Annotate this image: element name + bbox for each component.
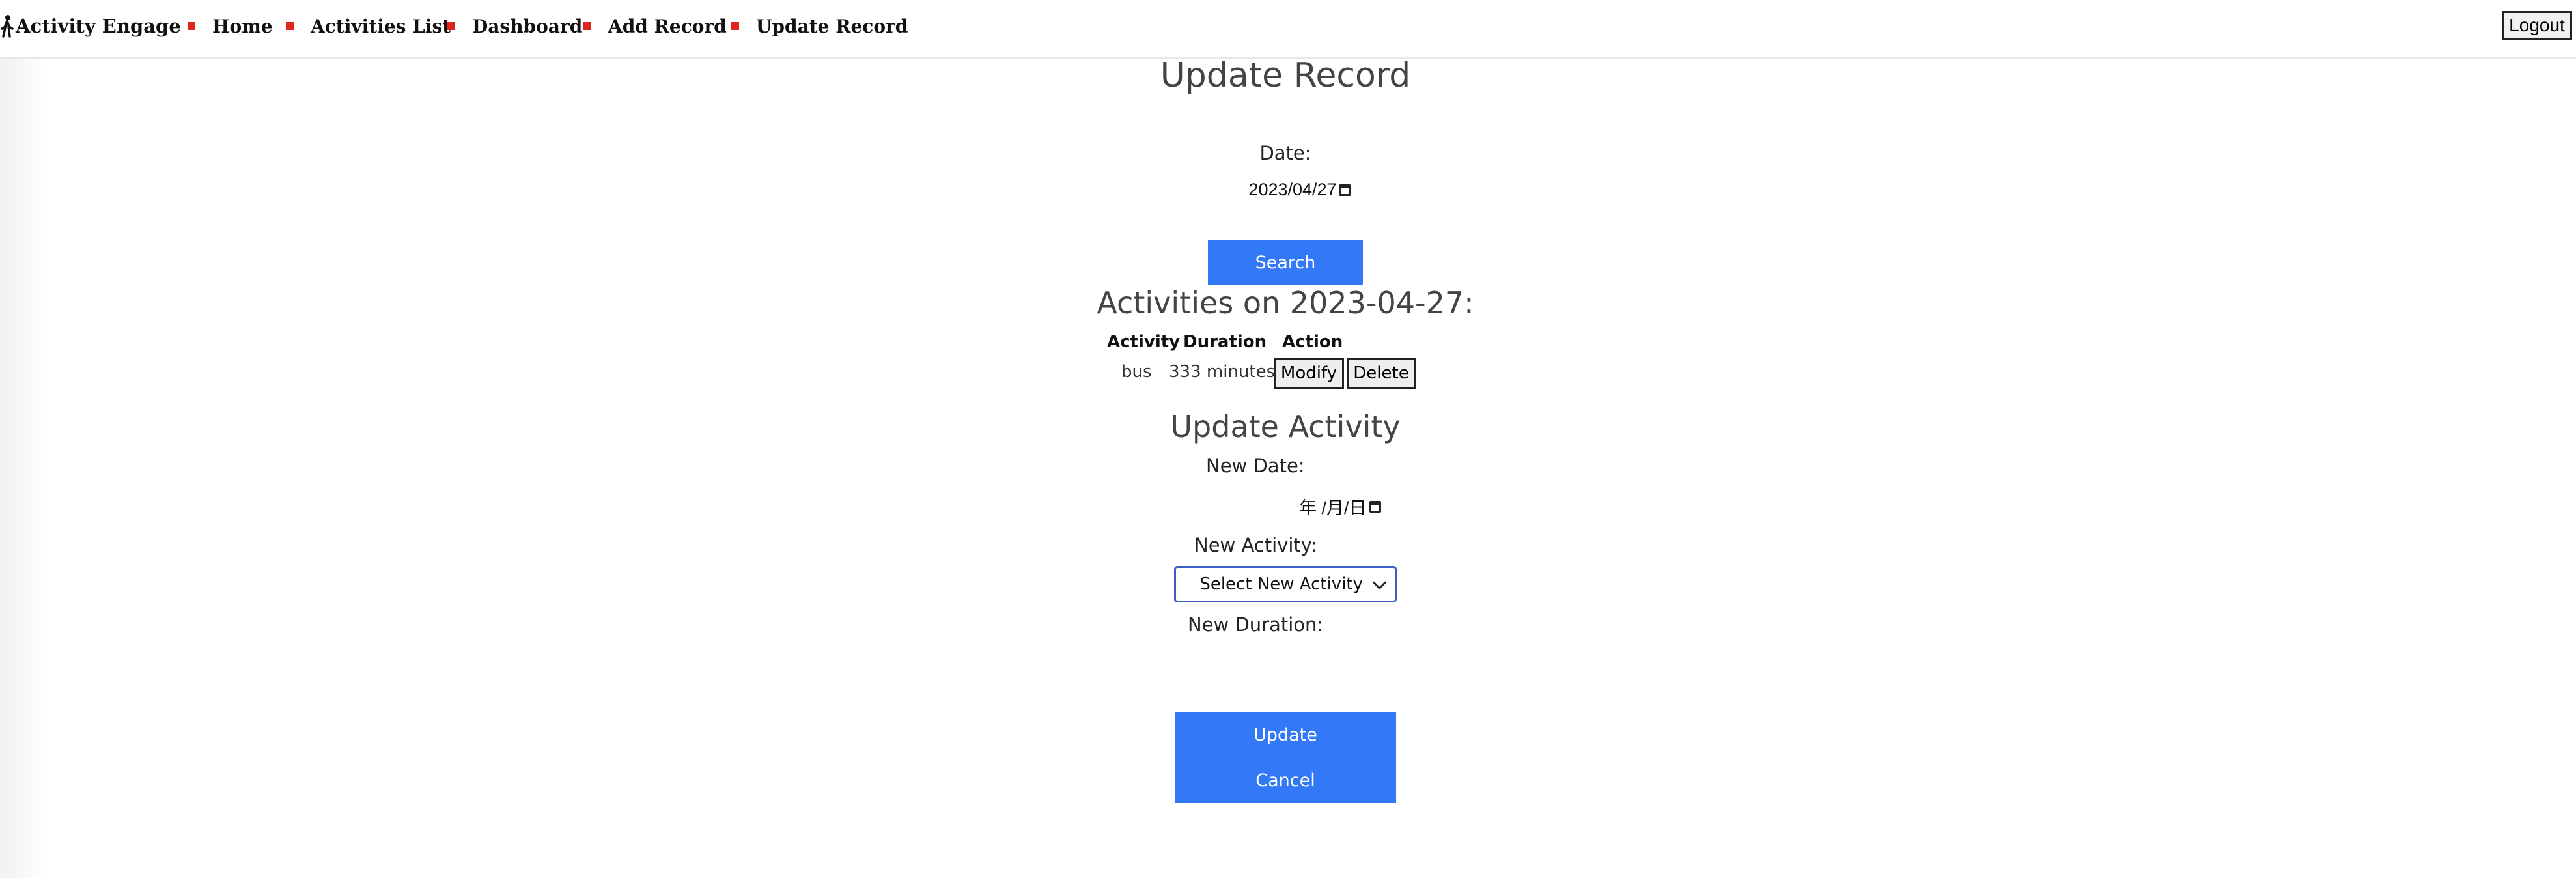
cell-activity: bus [1121,362,1152,382]
update-button[interactable]: Update [1175,712,1396,758]
activities-heading: Activities on 2023-04-27: [1097,285,1474,320]
logout-button[interactable]: Logout [2502,11,2572,40]
nav-add-record[interactable]: Add Record [583,12,727,40]
new-date-placeholder: 年 /月/日 [1299,498,1367,518]
nav-update-record[interactable]: Update Record [731,12,908,40]
page: Activity Engage Home Activities List Das… [0,0,2576,878]
nav-dashboard-label: Dashboard [472,15,583,37]
chevron-down-icon [1372,575,1387,589]
new-date-label: New Date: [1206,455,1305,477]
new-activity-selected-value: Select New Activity [1199,574,1363,594]
nav-update-record-label: Update Record [756,15,908,37]
update-activity-title: Update Activity [1170,409,1401,444]
nav-bullet [188,22,195,30]
nav-dashboard[interactable]: Dashboard [447,12,582,40]
column-header-duration: Duration [1183,332,1267,352]
nav-activities-list-label: Activities List [311,15,451,37]
modify-button[interactable]: Modify [1274,358,1344,389]
new-activity-select[interactable]: Select New Activity [1174,566,1397,602]
new-date-input[interactable]: 年 /月/日 [1299,494,1381,519]
nav-bullet [286,22,294,30]
calendar-icon[interactable] [1369,500,1381,513]
brand-logo[interactable]: Activity Engage [0,12,181,40]
new-activity-label: New Activity: [1194,534,1317,556]
nav-bullet [447,22,455,30]
cell-duration: 333 minutes [1169,362,1276,382]
cancel-button[interactable]: Cancel [1175,758,1396,803]
date-input[interactable]: 2023/04/27 [1248,180,1351,200]
column-header-activity: Activity [1107,332,1181,352]
date-input-value: 2023/04/27 [1248,180,1337,199]
page-title: Update Record [1160,56,1411,95]
date-label: Date: [1259,142,1311,164]
nav-bullet [583,22,591,30]
delete-button[interactable]: Delete [1347,358,1416,389]
nav-home[interactable]: Home [188,12,273,40]
column-header-action: Action [1282,332,1343,352]
calendar-icon[interactable] [1339,184,1351,196]
nav-add-record-label: Add Record [608,15,727,37]
brand-name: Activity Engage [16,15,181,37]
search-button[interactable]: Search [1208,240,1363,285]
nav-bullet [731,22,739,30]
nav-activities-list[interactable]: Activities List [286,12,451,40]
nav-home-label: Home [212,15,273,37]
new-duration-label: New Duration: [1188,614,1324,636]
runner-icon [1,15,14,38]
top-navbar: Activity Engage Home Activities List Das… [0,0,2576,59]
